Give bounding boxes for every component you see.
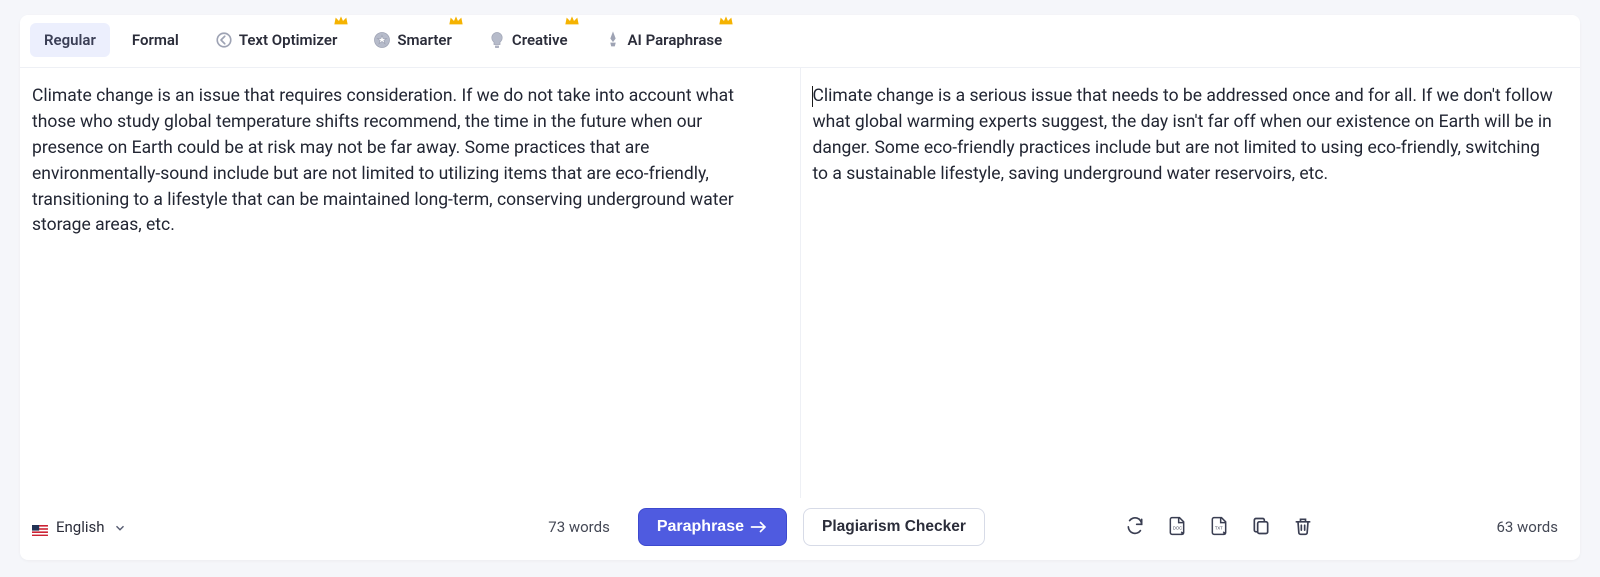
output-pane[interactable]: Climate change is a serious issue that n… bbox=[801, 68, 1581, 498]
crown-icon bbox=[448, 15, 464, 27]
tab-label: AI Paraphrase bbox=[628, 31, 723, 49]
bulb-icon bbox=[488, 31, 506, 49]
tab-label: Formal bbox=[132, 31, 179, 49]
export-doc-icon[interactable]: DOC bbox=[1167, 516, 1187, 538]
language-selector[interactable]: English bbox=[32, 518, 127, 536]
tab-label: Smarter bbox=[397, 31, 452, 49]
tab-label: Creative bbox=[512, 31, 568, 49]
tab-regular[interactable]: Regular bbox=[30, 23, 110, 57]
footer-left: English 73 words Paraphrase bbox=[32, 508, 787, 546]
chevron-down-icon bbox=[113, 520, 127, 534]
crown-icon bbox=[718, 15, 734, 27]
paraphrase-app: Regular Formal Text Optimizer Smarter bbox=[20, 15, 1580, 560]
output-word-count: 63 words bbox=[1496, 518, 1558, 536]
paraphrase-button[interactable]: Paraphrase bbox=[638, 508, 787, 546]
copy-icon[interactable] bbox=[1251, 516, 1271, 538]
pen-icon bbox=[604, 31, 622, 49]
mode-tabs: Regular Formal Text Optimizer Smarter bbox=[20, 15, 1580, 68]
trash-icon[interactable] bbox=[1293, 516, 1313, 538]
footer-bar: English 73 words Paraphrase Plagiarism C… bbox=[20, 498, 1580, 560]
input-pane[interactable]: Climate change is an issue that requires… bbox=[20, 68, 801, 498]
svg-text:TXT: TXT bbox=[1215, 525, 1223, 530]
crown-icon bbox=[564, 15, 580, 27]
tab-formal[interactable]: Formal bbox=[118, 23, 193, 57]
text-cursor bbox=[812, 86, 814, 107]
editor-panes: Climate change is an issue that requires… bbox=[20, 68, 1580, 498]
tab-text-optimizer[interactable]: Text Optimizer bbox=[201, 23, 352, 57]
output-tools: DOC TXT bbox=[1125, 516, 1313, 538]
input-text[interactable]: Climate change is an issue that requires… bbox=[32, 84, 778, 239]
tab-smarter[interactable]: Smarter bbox=[359, 23, 466, 57]
language-label: English bbox=[56, 518, 105, 536]
output-text[interactable]: Climate change is a serious issue that n… bbox=[813, 84, 1559, 188]
optimizer-icon bbox=[215, 31, 233, 49]
input-word-count: 73 words bbox=[548, 518, 610, 536]
export-txt-icon[interactable]: TXT bbox=[1209, 516, 1229, 538]
tab-label: Text Optimizer bbox=[239, 31, 338, 49]
tab-label: Regular bbox=[44, 31, 96, 49]
output-text-content: Climate change is a serious issue that n… bbox=[813, 86, 1553, 184]
refresh-icon[interactable] bbox=[1125, 516, 1145, 538]
svg-text:DOC: DOC bbox=[1173, 525, 1182, 530]
arrow-right-icon bbox=[750, 520, 768, 534]
flag-icon bbox=[32, 521, 48, 533]
tab-creative[interactable]: Creative bbox=[474, 23, 582, 57]
star-icon bbox=[373, 31, 391, 49]
footer-right: Plagiarism Checker DOC TXT 63 words bbox=[787, 508, 1558, 546]
plagiarism-checker-button[interactable]: Plagiarism Checker bbox=[803, 508, 985, 546]
paraphrase-button-label: Paraphrase bbox=[657, 518, 744, 536]
crown-icon bbox=[333, 15, 349, 27]
tab-ai-paraphrase[interactable]: AI Paraphrase bbox=[590, 23, 737, 57]
